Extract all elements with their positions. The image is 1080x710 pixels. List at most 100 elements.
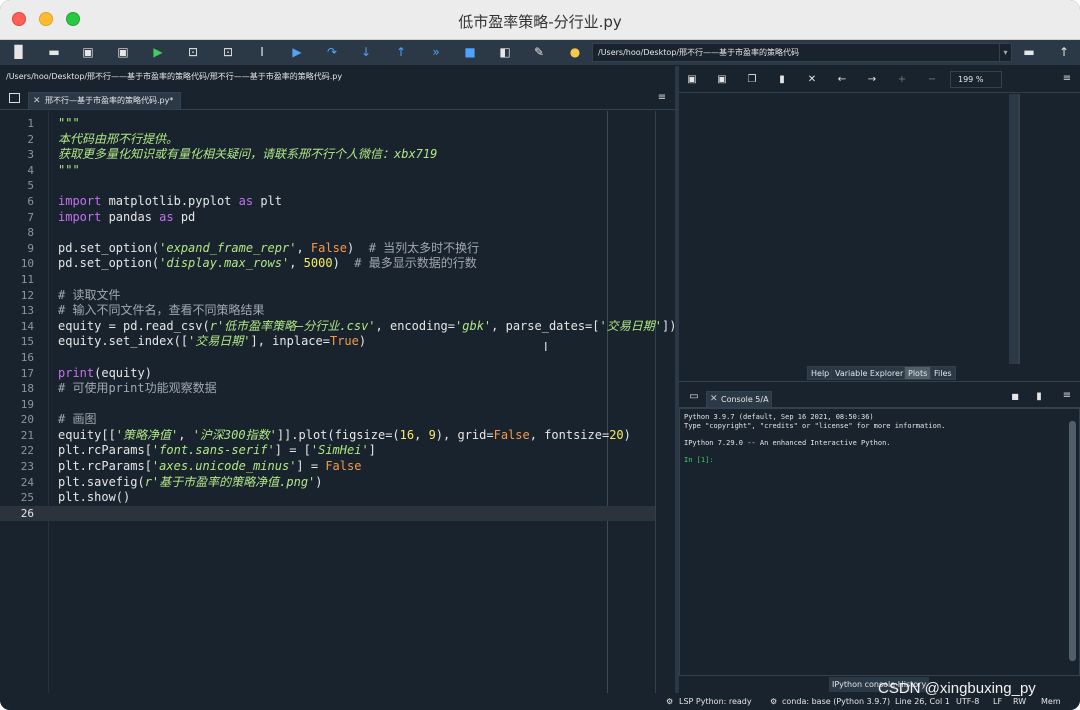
- plots-scrollbar[interactable]: [1018, 94, 1020, 364]
- code-line: 19: [0, 397, 655, 413]
- run-selection-icon[interactable]: I: [253, 44, 271, 61]
- plots-toolbar: ▣ ▣ ❐ ▮ ✕ ← → + − 199 % ≡: [679, 66, 1080, 93]
- code-text: plt.show(): [58, 490, 131, 505]
- zoom-out-icon[interactable]: −: [923, 71, 941, 88]
- close-tab-icon[interactable]: ✕: [33, 93, 41, 109]
- working-directory-value: /Users/hoo/Desktop/邢不行——基于市盈率的策略代码: [598, 48, 800, 57]
- save-all-plots-icon[interactable]: ▣: [713, 71, 731, 88]
- tab-files[interactable]: Files: [930, 366, 956, 380]
- stop-kernel-icon[interactable]: ■: [1006, 388, 1024, 405]
- line-number: 5: [27, 179, 34, 193]
- conda-status-icon: ⚙: [770, 697, 778, 706]
- save-icon[interactable]: ▣: [79, 44, 97, 61]
- code-line: 9 pd.set_option('expand_frame_repr', Fals…: [0, 241, 655, 257]
- console-prompt: In [1]:: [684, 456, 714, 464]
- line-number: 8: [27, 226, 34, 240]
- zoom-level-field[interactable]: 199 %: [950, 71, 1002, 88]
- code-text: pd.set_option('expand_frame_repr', False…: [58, 240, 480, 255]
- title-bar: 低市盈率策略-分行业.py: [0, 0, 1080, 40]
- code-text: pd.set_option('display.max_rows', 5000) …: [58, 256, 477, 271]
- close-console-tab-icon[interactable]: ✕: [710, 392, 718, 407]
- mouse-ibeam-cursor: I: [544, 340, 548, 354]
- code-text: equity.set_index(['交易日期'], inplace=True): [58, 334, 367, 349]
- code-editor[interactable]: 1 """ 2 本代码由邢不行提供。 3 获取更多量化知识或有量化相关疑问，请联系邢不…: [0, 111, 677, 693]
- remove-all-plots-icon[interactable]: ✕: [803, 71, 821, 88]
- memory-usage: Mem 71%: [1041, 697, 1061, 706]
- next-plot-icon[interactable]: →: [863, 71, 881, 88]
- save-all-icon[interactable]: ▣: [114, 44, 132, 61]
- zoom-in-icon[interactable]: +: [893, 71, 911, 88]
- run-cell-advance-icon[interactable]: ⊡: [219, 44, 237, 61]
- console-options-menu-icon[interactable]: ≡: [1062, 391, 1072, 401]
- console-scrollbar[interactable]: [1069, 421, 1076, 661]
- stop-debug-icon[interactable]: ■: [461, 44, 479, 61]
- code-text: """: [58, 162, 80, 177]
- code-line: 1 """: [0, 116, 655, 132]
- code-text: print(equity): [58, 365, 152, 380]
- console-output-line: Type "copyright", "credits" or "license"…: [684, 422, 946, 430]
- line-number: 15: [20, 335, 34, 349]
- code-line: 6 import matplotlib.pyplot as plt: [0, 194, 655, 210]
- run-icon[interactable]: ▶: [149, 44, 167, 61]
- code-line: 21 equity[['策略净值', '沪深300指数']].plot(figsi…: [0, 428, 655, 444]
- console-tab-bar: ▭ ✕ Console 5/A ■ ▮ ≡: [679, 384, 1080, 408]
- maximize-pane-icon[interactable]: ◧: [496, 44, 514, 61]
- lsp-status: LSP Python: ready: [679, 697, 752, 706]
- parent-directory-icon[interactable]: ↑: [1055, 44, 1073, 61]
- preferences-wrench-icon[interactable]: ✎: [530, 44, 548, 61]
- console-copy-icon[interactable]: ▮: [1030, 388, 1048, 405]
- open-file-icon[interactable]: ▬: [45, 44, 63, 61]
- line-number: 22: [20, 444, 34, 458]
- console-output-line: Python 3.9.7 (default, Sep 16 2021, 08:5…: [684, 413, 874, 421]
- editor-options-menu-icon[interactable]: ≡: [657, 93, 667, 103]
- line-number: 24: [20, 475, 34, 489]
- save-plot-icon[interactable]: ▣: [683, 71, 701, 88]
- lsp-status-icon: ⚙: [666, 697, 674, 706]
- code-line: 17 print(equity): [0, 366, 655, 382]
- window-title: 低市盈率策略-分行业.py: [458, 13, 622, 31]
- tab-plots[interactable]: Plots: [904, 366, 932, 380]
- browse-directory-icon[interactable]: ▬: [1020, 44, 1038, 61]
- working-directory-combo[interactable]: /Users/hoo/Desktop/邢不行——基于市盈率的策略代码 ▾: [592, 43, 1012, 62]
- browse-console-tabs-icon[interactable]: ▭: [685, 388, 703, 405]
- code-line: 14 equity = pd.read_csv(r'低市盈率策略—分行业.csv'…: [0, 319, 677, 335]
- editor-tab-active[interactable]: ✕ 邢不行—基于市盈率的策略代码.py*: [28, 92, 181, 110]
- tab-variable-explorer[interactable]: Variable Explorer: [831, 366, 908, 380]
- code-text: import pandas as pd: [58, 209, 196, 224]
- line-number: 19: [20, 397, 34, 411]
- console-tab-active[interactable]: ✕ Console 5/A: [706, 391, 772, 408]
- plots-thumbnail-splitter[interactable]: [1009, 94, 1018, 364]
- code-line: 3 获取更多量化知识或有量化相关疑问，请联系邢不行个人微信：xbx719: [0, 147, 655, 163]
- code-line: 13 # 输入不同文件名，查看不同策略结果: [0, 303, 655, 319]
- code-line: 4 """: [0, 163, 655, 179]
- plots-options-menu-icon[interactable]: ≡: [1062, 74, 1072, 84]
- copy-plot-icon[interactable]: ❐: [743, 71, 761, 88]
- code-text: plt.rcParams['axes.unicode_minus'] = Fal…: [58, 459, 362, 474]
- chevron-down-icon[interactable]: ▾: [999, 44, 1011, 61]
- code-text: # 输入不同文件名，查看不同策略结果: [58, 303, 265, 318]
- remove-plot-icon[interactable]: ▮: [773, 71, 791, 88]
- code-line: 20 # 画图: [0, 412, 655, 428]
- line-number: 21: [20, 428, 34, 442]
- code-text: plt.savefig(r'基于市盈率的策略净值.png'): [58, 474, 323, 489]
- debug-icon[interactable]: ▶: [288, 44, 306, 61]
- code-line: 24 plt.savefig(r'基于市盈率的策略净值.png'): [0, 475, 655, 491]
- editor-scrollbar[interactable]: [655, 111, 675, 693]
- run-cell-icon[interactable]: ⊡: [184, 44, 202, 61]
- step-over-icon[interactable]: ↷: [323, 44, 341, 61]
- python-path-icon[interactable]: ●: [566, 44, 584, 61]
- ipython-console[interactable]: Python 3.9.7 (default, Sep 16 2021, 08:5…: [679, 408, 1080, 676]
- browse-tabs-icon[interactable]: [9, 93, 20, 103]
- new-file-icon[interactable]: ▉: [10, 44, 28, 61]
- line-number: 16: [20, 350, 34, 364]
- code-line: 10 pd.set_option('display.max_rows', 5000…: [0, 256, 655, 272]
- step-return-icon[interactable]: ↑: [392, 44, 410, 61]
- code-line: 12 # 读取文件: [0, 288, 655, 304]
- step-into-icon[interactable]: ↓: [357, 44, 375, 61]
- continue-icon[interactable]: »: [427, 44, 445, 61]
- previous-plot-icon[interactable]: ←: [833, 71, 851, 88]
- tab-help[interactable]: Help: [807, 366, 834, 380]
- line-number: 12: [20, 288, 34, 302]
- line-number: 25: [20, 491, 34, 505]
- code-text: """: [58, 116, 80, 130]
